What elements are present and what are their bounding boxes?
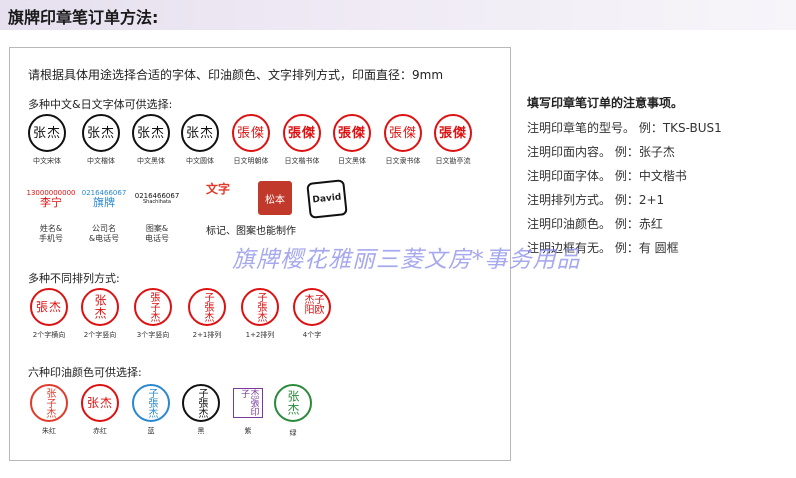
stamp-text: 子張杰 <box>196 388 207 418</box>
stamp-sample: 張傑 <box>283 114 321 152</box>
marks-caption: 标记、图案也能制作 <box>206 226 296 237</box>
instruction-text: 请根据具体用途选择合适的字体、印油颜色、文字排列方式，印面直径：9mm <box>28 68 444 82</box>
stamp-text: 张杰 <box>136 125 165 141</box>
stamp-caption: 绿 <box>289 429 297 437</box>
header-bar: 旗牌印章笔订单方法: <box>0 0 796 30</box>
note-line: 注明排列方式。 例：2+1 <box>527 193 665 207</box>
note-line: 注明印面内容。 例：张子杰 <box>527 145 675 159</box>
stamp-caption: 日文勘亭流 <box>435 157 471 165</box>
phone-name-stamp: 13000000000 李宁 <box>27 178 76 220</box>
stamp-caption: 中文楷体 <box>87 157 115 165</box>
stamp-sample: 张杰 <box>274 384 312 422</box>
stamp-sample: 张杰 <box>28 114 66 152</box>
stamp-sample: 张杰 <box>181 114 219 152</box>
stamp-caption: 中文宋体 <box>33 157 61 165</box>
stamp-text: 张杰 <box>86 125 115 141</box>
square-stamp-sample: 杰張印子 <box>233 388 263 418</box>
stamp-text: 张杰 <box>86 396 113 410</box>
stamp-caption: 姓名& 手机号 <box>39 224 63 243</box>
stamp-text: 張傑 <box>337 125 366 141</box>
stamp-sample: 張子杰 <box>134 288 172 326</box>
stamp-caption: 中文圆体 <box>186 157 214 165</box>
stamp-sample: 張傑 <box>232 114 270 152</box>
stamp-caption: 赤红 <box>93 427 107 435</box>
stamp-text: 子張杰 <box>202 292 213 322</box>
colors-section-title: 六种印油颜色可供选择: <box>28 366 142 379</box>
stamp-caption: 朱红 <box>42 427 56 435</box>
stamp-text: 子欧杰阳 <box>302 294 323 314</box>
stamp-sample: 子張杰 <box>132 384 170 422</box>
page-title: 旗牌印章笔订单方法: <box>8 8 159 27</box>
stamp-sample: 子張杰 <box>188 288 226 326</box>
stamp-sample: 张杰 <box>82 114 120 152</box>
stamp-text: Shachihata <box>143 199 171 205</box>
stamp-sample: 张杰 <box>132 114 170 152</box>
fonts-section-title: 多种中文&日文字体可供选择: <box>28 98 173 111</box>
stamp-text: 張傑 <box>287 125 316 141</box>
stamp-text: 张杰 <box>286 390 300 416</box>
stamp-text: 張傑 <box>236 125 265 141</box>
stamp-sample: 張杰 <box>30 288 68 326</box>
stamp-caption: 2个字横向 <box>32 331 66 339</box>
stamp-sample: 張傑 <box>434 114 472 152</box>
note-line: 注明印章笔的型号。 例：TKS-BUS1 <box>527 121 722 135</box>
logo-phone-stamp: 0216466067 Shachihata <box>135 178 180 220</box>
stamp-text: 子張杰 <box>255 292 266 322</box>
stamp-sample: 张子杰 <box>30 384 68 422</box>
stamp-text: 張傑 <box>388 125 417 141</box>
stamp-text: 張傑 <box>438 125 467 141</box>
notes-title: 填写印章笔订单的注意事项。 <box>527 96 684 110</box>
stamp-caption: 日文明朝体 <box>233 157 269 165</box>
stamp-sample: 张杰 <box>81 288 119 326</box>
note-line: 注明印油颜色。 例：赤红 <box>527 217 663 231</box>
stamp-text: 张杰 <box>32 125 61 141</box>
stamp-sample: 子張杰 <box>182 384 220 422</box>
stamp-caption: 日文黑体 <box>338 157 366 165</box>
watermark-text: 旗牌樱花雅丽三菱文房*事务用品 <box>232 247 581 273</box>
stamp-caption: 图案& 电话号 <box>145 224 169 243</box>
stamp-text: 张杰 <box>93 294 107 320</box>
layouts-section-title: 多种不同排列方式: <box>28 272 120 285</box>
stamp-text: 張杰 <box>35 300 62 314</box>
stamp-caption: 公司名 &电话号 <box>88 224 120 243</box>
stamp-text: 李宁 <box>40 196 62 209</box>
stamp-text: 张杰 <box>185 125 214 141</box>
stamp-caption: 中文黑体 <box>137 157 165 165</box>
stamp-caption: 日文隶书体 <box>385 157 421 165</box>
stamp-caption: 日文楷书体 <box>284 157 320 165</box>
stamp-text: 旗牌 <box>93 196 115 209</box>
stamp-sample: 子欧杰阳 <box>293 288 331 326</box>
stamp-text: 张子杰 <box>44 388 55 418</box>
stamp-caption: 4个字 <box>302 331 322 339</box>
mark-sample-text: 文字 <box>206 182 231 196</box>
stamp-caption: 3个字竖向 <box>136 331 170 339</box>
stamp-text: 張子杰 <box>148 292 159 322</box>
note-line: 注明印面字体。 例：中文楷书 <box>527 169 687 183</box>
stamp-caption: 2+1排列 <box>192 331 222 339</box>
stamp-caption: 蓝 <box>147 427 155 435</box>
stamp-caption: 2个字竖向 <box>83 331 117 339</box>
stamp-sample: 張傑 <box>333 114 371 152</box>
mark-sample-badge: David <box>306 179 348 219</box>
stamp-sample: 子張杰 <box>241 288 279 326</box>
stamp-sample: 张杰 <box>81 384 119 422</box>
stamp-sample: 張傑 <box>384 114 422 152</box>
stamp-text: 子張杰 <box>146 388 157 418</box>
stamp-caption: 1+2排列 <box>245 331 275 339</box>
mark-sample-seal: 松本 <box>258 181 292 215</box>
company-phone-stamp: 0216466067 旗牌 <box>82 178 127 220</box>
